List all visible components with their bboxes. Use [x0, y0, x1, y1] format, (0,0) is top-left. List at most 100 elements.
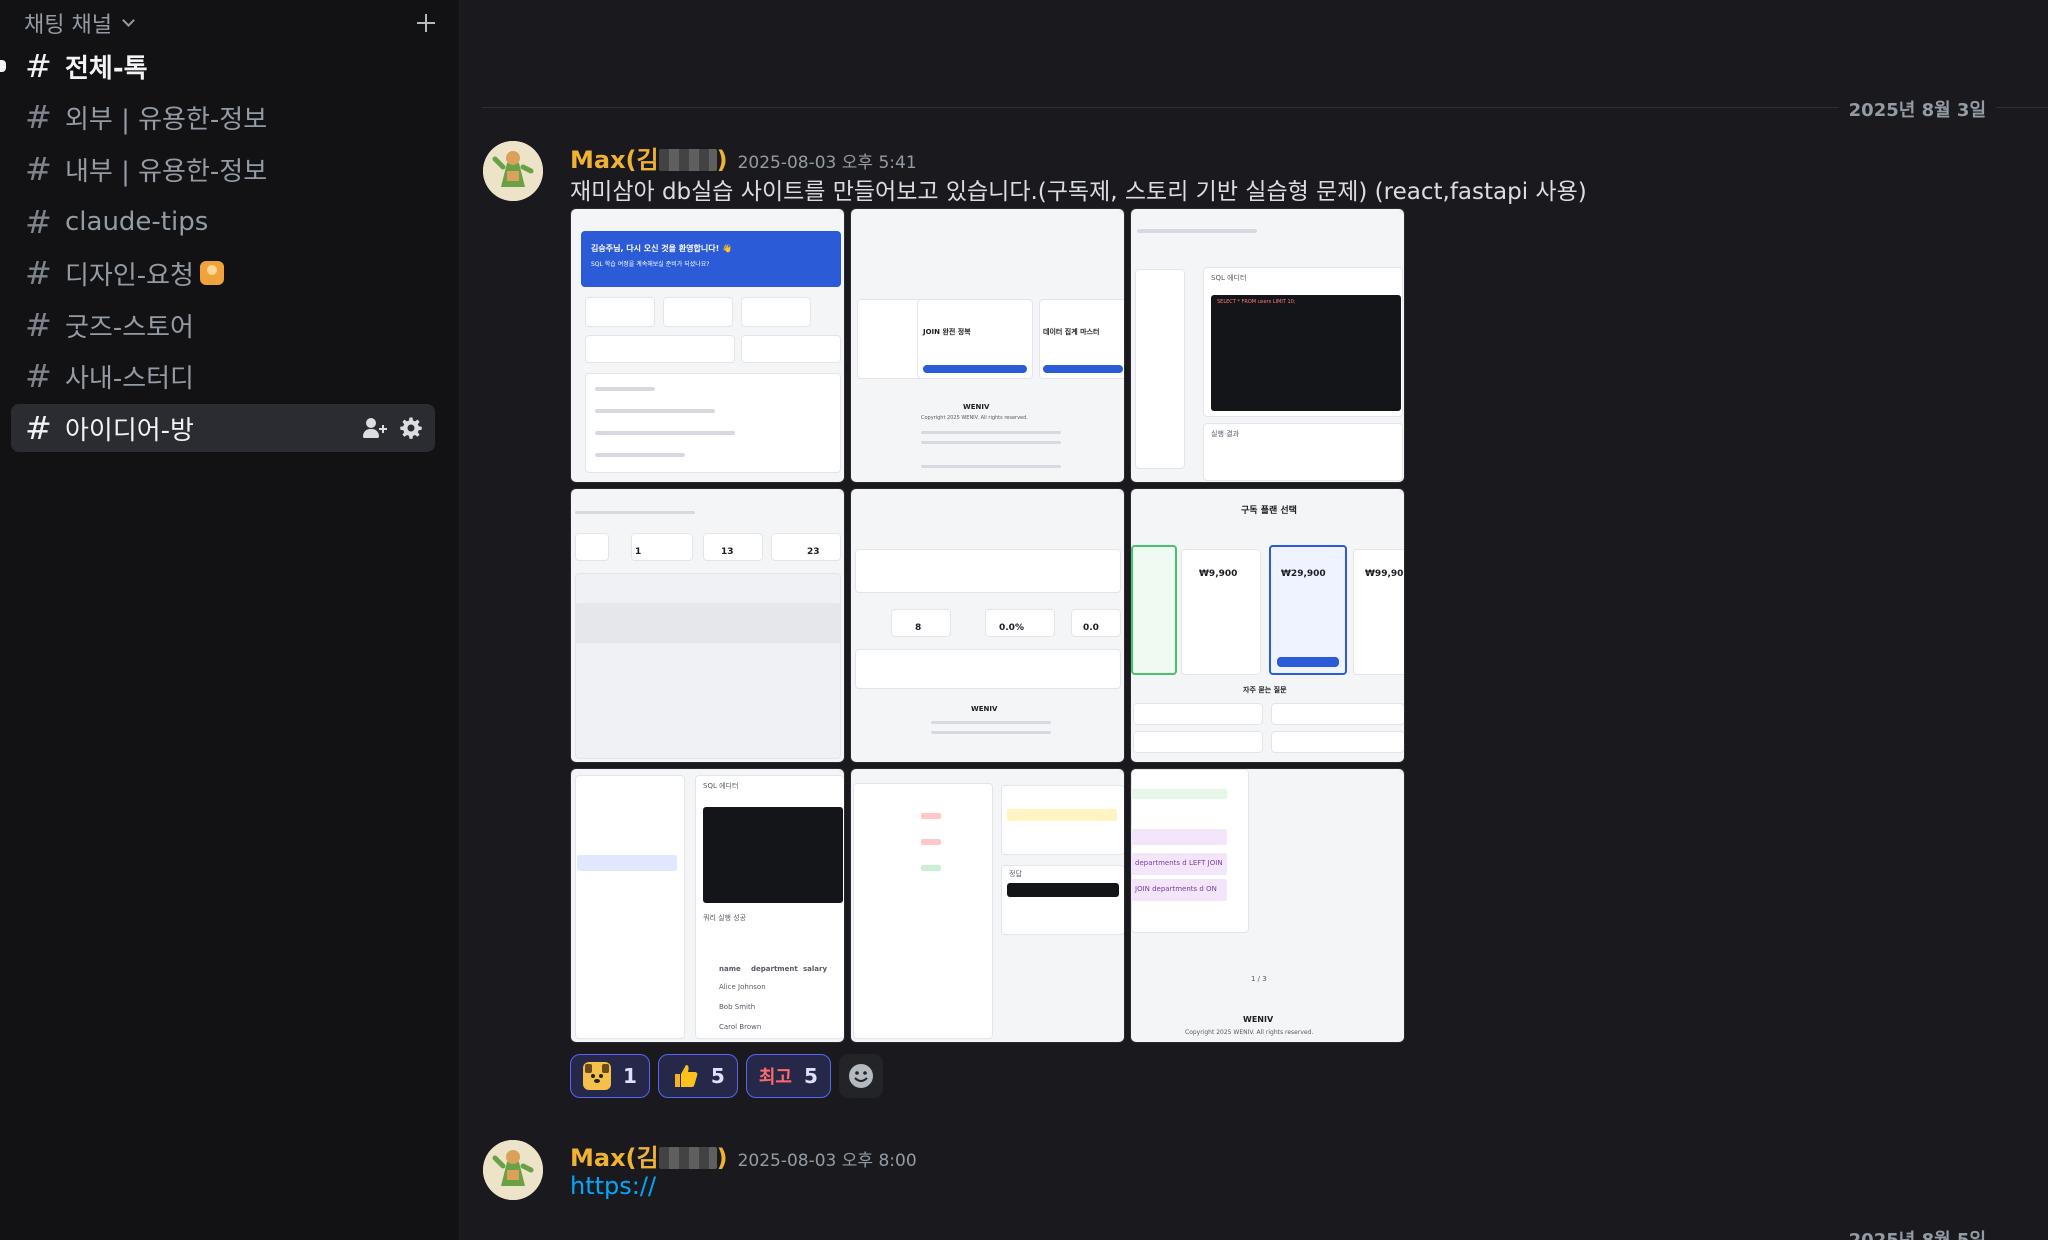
- image-attachment[interactable]: JOIN 완전 정복 데이터 집계 마스터 WENIV Copyright 20…: [850, 208, 1125, 483]
- reaction-thumbs-up[interactable]: 5: [657, 1054, 738, 1098]
- reaction-dog[interactable]: 1: [570, 1054, 650, 1098]
- gear-icon[interactable]: [399, 416, 423, 440]
- author-name-text: Max(김: [570, 1144, 659, 1172]
- hash-icon: #: [25, 254, 52, 292]
- category-label: 채팅 채널: [24, 13, 112, 38]
- smiley-icon: [848, 1064, 873, 1088]
- image-attachment[interactable]: 김승주님, 다시 오신 것을 환영합니다! 👋 SQL 학습 여정을 계속해보실…: [570, 208, 845, 483]
- channel-name: 전체-톡: [65, 53, 148, 84]
- channel-item-goods-store[interactable]: # 굿즈-스토어: [11, 301, 435, 349]
- date-divider-bottom: 2025년 8월 5일: [1838, 1226, 1996, 1240]
- image-attachment[interactable]: departments d LEFT JOIN JOIN departments…: [1130, 768, 1405, 1043]
- channel-item-external-info[interactable]: # 외부 | 유용한-정보: [11, 93, 435, 141]
- channel-item-study[interactable]: # 사내-스터디: [11, 352, 435, 400]
- category-title-group[interactable]: 채팅 채널: [24, 7, 135, 39]
- channel-name: 아이디어-방: [65, 415, 194, 446]
- chevron-down-icon: [122, 14, 135, 27]
- invite-user-icon[interactable]: [363, 416, 387, 440]
- reaction-count: 5: [803, 1064, 818, 1088]
- channel-name: 굿즈-스토어: [65, 312, 194, 343]
- thumb-text: ₩9,900: [1199, 569, 1238, 579]
- hash-icon: #: [25, 98, 52, 136]
- thumb-text: 8: [915, 623, 922, 633]
- raised-hand-emoji-icon: [199, 261, 224, 285]
- image-attachment[interactable]: SQL 에디터 SELECT * FROM users LIMIT 10; 실행…: [1130, 208, 1405, 483]
- discord-app: 채팅 채널 # 전체-톡 # 외부 | 유용한-정보 # 내부 | 유용한-정보…: [0, 0, 2048, 1240]
- reaction-count: 5: [710, 1064, 725, 1088]
- thumb-text: 쿼리 실행 성공: [703, 914, 747, 922]
- channel-sidebar: 채팅 채널 # 전체-톡 # 외부 | 유용한-정보 # 내부 | 유용한-정보…: [0, 0, 460, 1240]
- thumb-text: SQL 에디터: [703, 782, 739, 790]
- image-attachment[interactable]: 정답: [850, 768, 1125, 1043]
- channel-name: 사내-스터디: [65, 363, 194, 394]
- category-header[interactable]: 채팅 채널: [24, 8, 437, 38]
- thumb-text: Copyright 2025 WENIV. All rights reserve…: [921, 415, 1028, 421]
- channel-actions: [363, 416, 423, 440]
- thumb-text: WENIV: [971, 705, 998, 713]
- image-attachment[interactable]: 구독 플랜 선택 ₩9,900 ₩29,900 ₩99,90 자주 묻는 질문: [1130, 488, 1405, 763]
- dog-face-icon: [583, 1062, 611, 1090]
- image-gallery: 김승주님, 다시 오신 것을 환영합니다! 👋 SQL 학습 여정을 계속해보실…: [570, 208, 1406, 1044]
- thumb-text: 0.0: [1083, 623, 1099, 633]
- image-attachment[interactable]: 8 0.0% 0.0 WENIV: [850, 488, 1125, 763]
- thumb-text: 자주 묻는 질문: [1243, 686, 1287, 694]
- channel-item-전체-톡[interactable]: # 전체-톡: [0, 42, 435, 90]
- message-header: Max(김) 2025-08-03 오후 5:41: [570, 140, 917, 175]
- image-attachment[interactable]: SQL 에디터 쿼리 실행 성공 name department salary …: [570, 768, 845, 1043]
- author-name[interactable]: Max(김): [570, 1138, 728, 1173]
- thumb-text: Bob Smith: [719, 1003, 756, 1011]
- message-timestamp[interactable]: 2025-08-03 오후 5:41: [738, 148, 917, 173]
- thumb-text: name: [719, 965, 741, 973]
- redacted-name-blur: [658, 149, 717, 171]
- channel-item-claude-tips[interactable]: # claude-tips: [11, 198, 435, 246]
- hash-icon: #: [25, 306, 52, 344]
- channel-item-internal-info[interactable]: # 내부 | 유용한-정보: [11, 145, 435, 193]
- channel-item-design-request[interactable]: # 디자인-요청: [11, 249, 435, 297]
- redacted-name-blur: [658, 1147, 717, 1169]
- thumb-text: departments d LEFT JOIN: [1135, 859, 1223, 867]
- best-emoji-text: 최고: [758, 1067, 792, 1088]
- unread-indicator: [0, 60, 6, 72]
- thumb-text: 1 / 3: [1251, 975, 1267, 983]
- date-divider: 2025년 8월 3일: [1838, 96, 1996, 122]
- hash-icon: #: [25, 409, 52, 447]
- thumb-text: SELECT * FROM users LIMIT 10;: [1217, 299, 1296, 305]
- thumb-text: department: [751, 965, 798, 973]
- thumb-text: 김승주님, 다시 오신 것을 환영합니다! 👋: [591, 244, 732, 253]
- author-name-suffix: ): [716, 1144, 728, 1172]
- avatar[interactable]: [483, 1140, 543, 1200]
- thumb-text: 0.0%: [999, 623, 1024, 633]
- channel-name: 디자인-요청: [65, 260, 194, 291]
- thumb-text: Copyright 2025 WENIV. All rights reserve…: [1185, 1029, 1314, 1036]
- thumb-text: SQL 에디터: [1211, 274, 1247, 282]
- thumb-text: 13: [721, 547, 734, 557]
- thumb-text: 1: [635, 547, 642, 557]
- message-link[interactable]: https://: [570, 1172, 656, 1200]
- message-timestamp[interactable]: 2025-08-03 오후 8:00: [738, 1146, 917, 1171]
- author-name[interactable]: Max(김): [570, 140, 728, 175]
- chat-area: 2025년 8월 3일 Max(김) 2025-08-03 오후 5:41 재미…: [460, 0, 2048, 1240]
- thumb-text: WENIV: [963, 403, 990, 411]
- thumb-text: ₩29,900: [1281, 569, 1326, 579]
- message-text: 재미삼아 db실습 사이트를 만들어보고 있습니다.(구독제, 스토리 기반 실…: [570, 179, 1587, 205]
- channel-item-idea-room[interactable]: # 아이디어-방: [11, 404, 435, 452]
- add-reaction-button[interactable]: [838, 1054, 883, 1098]
- date-divider-line: [482, 107, 2048, 108]
- channel-name: claude-tips: [65, 207, 209, 237]
- thumb-text: JOIN 완전 정복: [923, 328, 971, 336]
- thumb-text: 23: [807, 547, 820, 557]
- thumb-text: 실행 결과: [1211, 430, 1239, 438]
- reaction-count: 1: [623, 1064, 637, 1088]
- thumb-text: SQL 학습 여정을 계속해보실 준비가 되셨나요?: [591, 261, 710, 268]
- image-attachment[interactable]: 1 13 23: [570, 488, 845, 763]
- hash-icon: #: [25, 357, 52, 395]
- hash-icon: #: [25, 47, 52, 85]
- thumb-text: Carol Brown: [719, 1023, 762, 1031]
- thumb-text: 정답: [1009, 870, 1022, 878]
- thumb-text: Alice Johnson: [719, 983, 766, 991]
- author-name-text: Max(김: [570, 146, 659, 174]
- avatar[interactable]: [483, 141, 543, 201]
- create-channel-plus-icon[interactable]: [415, 12, 437, 34]
- reaction-best[interactable]: 최고 5: [745, 1054, 831, 1098]
- thumbs-up-icon: [671, 1062, 699, 1090]
